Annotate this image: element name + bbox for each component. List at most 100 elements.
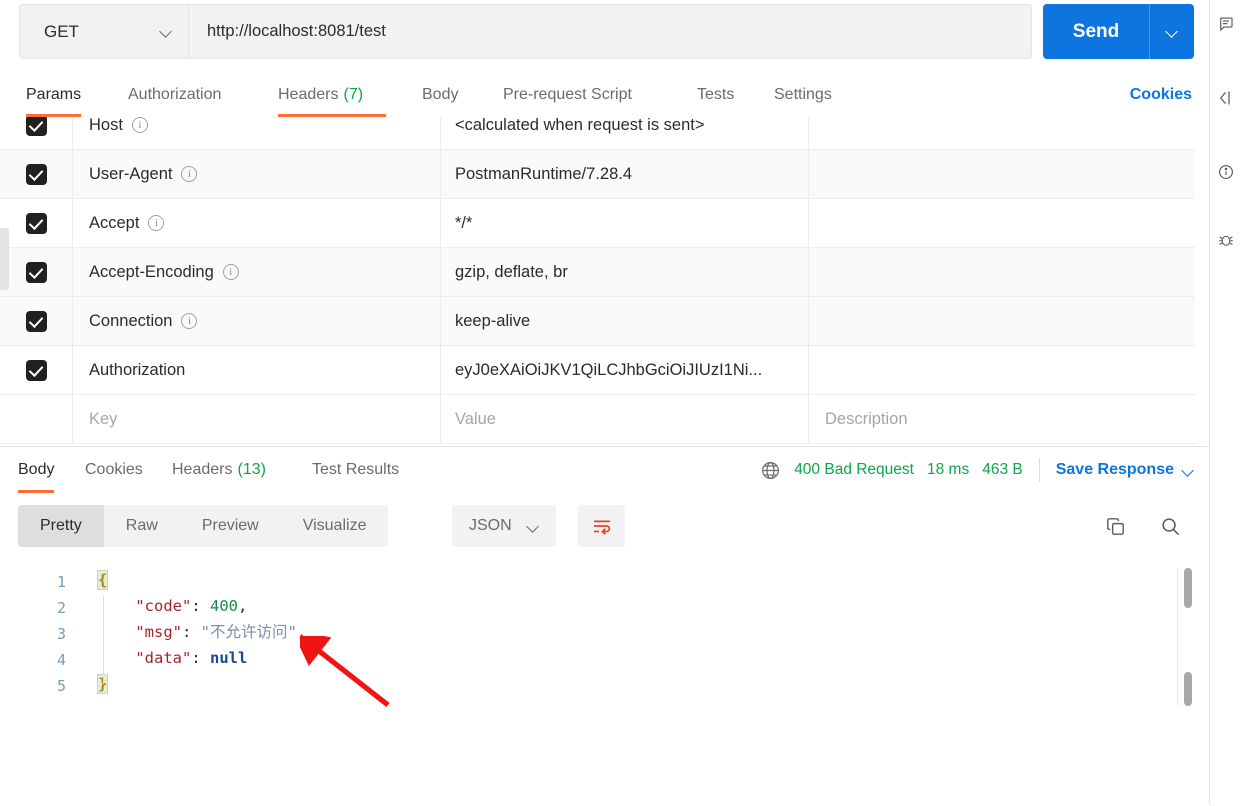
chevron-down-icon [1183,465,1194,476]
status-code-text[interactable]: 400 Bad Request [794,461,914,479]
header-key-cell[interactable]: Accept-Encoding i [73,248,441,296]
tab-params[interactable]: Params [26,72,82,117]
response-size-text[interactable]: 463 B [982,461,1023,479]
word-wrap-button[interactable] [578,505,625,547]
header-value-cell[interactable]: <calculated when request is sent> [441,117,809,149]
header-key-cell[interactable]: Host i [73,117,441,149]
header-value-cell[interactable]: gzip, deflate, br [441,248,809,296]
format-tab-raw[interactable]: Raw [104,505,180,547]
checkbox-checked-icon[interactable] [25,163,47,185]
response-tab-test-results[interactable]: Test Results [312,447,399,493]
copy-button[interactable] [1097,505,1133,547]
table-row[interactable]: Connection i keep-alive [0,297,1195,346]
row-checkbox-cell [0,248,73,296]
response-body-code-viewer[interactable]: 1 2 3 4 5 { "code": 400, "msg": "不允许访问",… [0,567,1240,806]
header-value-text: gzip, deflate, br [455,262,568,281]
table-row[interactable]: Authorization eyJ0eXAiOiJKV1QiLCJhbGciOi… [0,346,1195,395]
url-text: http://localhost:8081/test [207,22,386,40]
response-time-text[interactable]: 18 ms [927,461,969,479]
collapse-panel-icon[interactable] [1212,84,1240,112]
tab-authorization[interactable]: Authorization [128,72,221,117]
line-number: 5 [56,677,66,695]
header-value-cell[interactable]: keep-alive [441,297,809,345]
bug-icon[interactable] [1212,226,1240,254]
url-input[interactable]: http://localhost:8081/test [189,5,1031,58]
table-row[interactable]: User-Agent i PostmanRuntime/7.28.4 [0,150,1195,199]
header-description-cell[interactable] [809,297,1195,345]
response-status-group: 400 Bad Request 18 ms 463 B Save Respons… [760,447,1194,493]
send-button[interactable]: Send [1043,4,1149,59]
header-description-cell[interactable] [809,150,1195,198]
code-token: : [191,597,210,615]
new-header-value-input[interactable]: Value [441,395,809,443]
tab-count: (13) [237,461,266,478]
search-button[interactable] [1152,505,1188,547]
checkbox-checked-icon[interactable] [25,117,47,136]
info-icon[interactable]: i [222,264,239,280]
tab-settings[interactable]: Settings [774,72,832,117]
tab-tests[interactable]: Tests [697,72,734,117]
info-icon[interactable]: i [181,166,198,182]
tab-count: (7) [343,85,364,103]
format-tab-preview[interactable]: Preview [180,505,281,547]
table-row[interactable]: Accept i */* [0,199,1195,248]
header-value-cell[interactable]: */* [441,199,809,247]
info-icon[interactable]: i [131,117,148,133]
tab-body[interactable]: Body [422,72,458,117]
header-key-cell[interactable]: Authorization [73,346,441,394]
header-key-cell[interactable]: Connection i [73,297,441,345]
header-description-cell[interactable] [809,346,1195,394]
checkbox-checked-icon[interactable] [25,310,47,332]
row-checkbox-cell [0,199,73,247]
code-token: "msg" [135,623,182,641]
new-header-key-input[interactable]: Key [73,395,441,443]
header-value-cell[interactable]: PostmanRuntime/7.28.4 [441,150,809,198]
format-tab-visualize[interactable]: Visualize [281,505,389,547]
tab-label: Tests [697,85,735,103]
checkbox-checked-icon[interactable] [25,261,47,283]
send-options-button[interactable] [1149,4,1194,59]
tab-pre-request-script[interactable]: Pre-request Script [503,72,632,117]
header-value-cell[interactable]: eyJ0eXAiOiJKV1QiLCJhbGciOiJIUzI1Ni... [441,346,809,394]
response-tab-cookies[interactable]: Cookies [85,447,143,493]
header-description-cell[interactable] [809,199,1195,247]
line-number: 3 [56,625,66,643]
row-checkbox-cell [0,346,73,394]
request-tabs: Params Authorization Headers (7) Body Pr… [0,72,1240,117]
tab-label: Body [422,85,459,103]
body-scrollbar-thumb-secondary[interactable] [1184,672,1192,706]
info-icon[interactable]: i [181,313,198,329]
header-key-cell[interactable]: Accept i [73,199,441,247]
info-icon[interactable]: i [148,215,165,231]
sidebar-collapse-handle[interactable] [0,228,9,290]
new-header-description-input[interactable]: Description [809,395,1195,443]
code-token: : [182,623,201,641]
globe-icon[interactable] [760,460,781,481]
table-row[interactable]: Host i <calculated when request is sent> [0,117,1195,150]
save-response-button[interactable]: Save Response [1056,461,1194,479]
tab-headers[interactable]: Headers (7) [278,72,363,117]
header-key-text: Host [89,117,123,134]
http-method-select[interactable]: GET [20,5,189,58]
header-description-cell[interactable] [809,117,1195,149]
code-line: "msg": "不允许访问", [98,619,306,645]
checkbox-checked-icon[interactable] [25,359,47,381]
line-number: 2 [56,599,66,617]
json-code-content[interactable]: { "code": 400, "msg": "不允许访问", "data": n… [96,567,1240,806]
response-tab-headers[interactable]: Headers (13) [172,447,266,493]
table-row-empty[interactable]: Key Value Description [0,395,1195,444]
table-row[interactable]: Accept-Encoding i gzip, deflate, br [0,248,1195,297]
header-key-text: Connection [89,311,173,330]
response-language-select[interactable]: JSON [452,505,556,547]
response-tab-body[interactable]: Body [18,447,55,493]
info-circle-icon[interactable] [1212,158,1240,186]
tab-label: Cookies [85,461,143,478]
header-description-cell[interactable] [809,248,1195,296]
cookies-link[interactable]: Cookies [1130,72,1192,117]
format-tab-pretty[interactable]: Pretty [18,505,104,547]
header-key-cell[interactable]: User-Agent i [73,150,441,198]
comment-icon[interactable] [1212,10,1240,38]
checkbox-checked-icon[interactable] [25,212,47,234]
body-scrollbar-thumb[interactable] [1184,568,1192,608]
body-scrollbar-track [1177,568,1178,706]
